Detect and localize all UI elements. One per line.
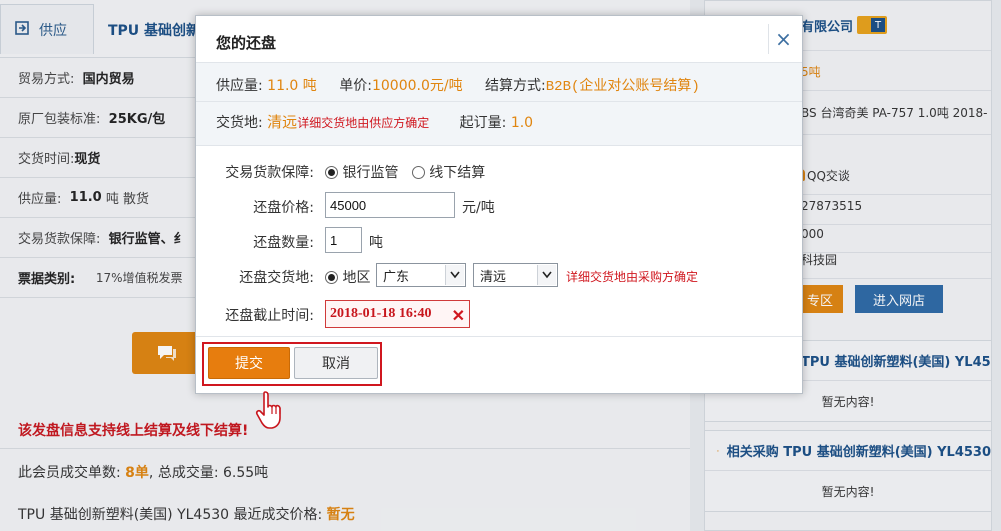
cancel-button[interactable]: 取消 xyxy=(294,347,378,379)
guarantee-label: 交易货款保障: xyxy=(225,165,314,181)
deadline-input[interactable]: 2018-01-18 16:40 ✕ xyxy=(325,300,470,328)
counter-qty-input[interactable]: 1 xyxy=(325,227,362,253)
close-button[interactable]: × xyxy=(768,24,798,54)
summary-line-1: 供应量: 11.0 吨 单价:10000.0元/吨 结算方式:B2B(企业对公账… xyxy=(216,78,700,95)
submit-button[interactable]: 提交 xyxy=(208,347,290,379)
counter-qty-label: 还盘数量: xyxy=(253,235,314,251)
hand-pointer-icon xyxy=(255,391,281,429)
qty-unit: 吨 xyxy=(369,235,383,251)
province-select[interactable]: 广东 xyxy=(376,263,466,287)
city-select[interactable]: 清远 xyxy=(473,263,558,287)
close-icon: × xyxy=(775,27,792,51)
chevron-down-icon xyxy=(537,265,556,285)
price-unit: 元/吨 xyxy=(462,200,495,216)
counter-offer-dialog: 您的还盘 × 供应量: 11.0 吨 单价:10000.0元/吨 结算方式:B2… xyxy=(195,15,803,394)
offer-summary: 供应量: 11.0 吨 单价:10000.0元/吨 结算方式:B2B(企业对公账… xyxy=(196,62,802,146)
radio-bank-supervision[interactable] xyxy=(325,166,338,179)
radio-region[interactable] xyxy=(325,271,338,284)
counter-price-label: 还盘价格: xyxy=(253,200,314,216)
guarantee-radio-group: 银行监管 线下结算 xyxy=(325,162,485,182)
region-radio: 地区 xyxy=(325,267,370,287)
chevron-down-icon xyxy=(445,265,464,285)
summary-line-2: 交货地: 清远详细交货地由供应方确定 起订量: 1.0 xyxy=(216,113,534,131)
counter-delivery-label: 还盘交货地: xyxy=(239,270,314,286)
dialog-title: 您的还盘 xyxy=(216,34,277,52)
deadline-label: 还盘截止时间: xyxy=(225,308,314,324)
counter-price-input[interactable]: 45000 xyxy=(325,192,455,218)
clear-icon[interactable]: ✕ xyxy=(452,306,465,326)
delivery-note: 详细交货地由采购方确定 xyxy=(566,270,699,284)
radio-offline-settlement[interactable] xyxy=(411,166,425,179)
